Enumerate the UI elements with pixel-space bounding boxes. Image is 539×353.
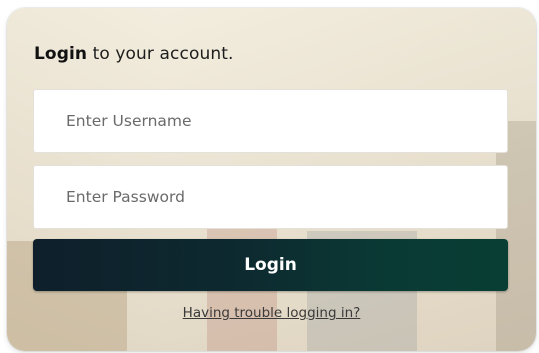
login-button[interactable]: Login	[33, 239, 508, 291]
login-panel: Login to your account. Login Having trou…	[7, 8, 536, 351]
trouble-logging-in-link[interactable]: Having trouble logging in?	[7, 305, 536, 321]
login-heading-bold: Login	[34, 44, 88, 64]
username-input[interactable]	[33, 89, 508, 153]
login-heading-rest: to your account.	[87, 44, 234, 64]
login-heading: Login to your account.	[34, 44, 233, 64]
password-input[interactable]	[33, 165, 508, 229]
